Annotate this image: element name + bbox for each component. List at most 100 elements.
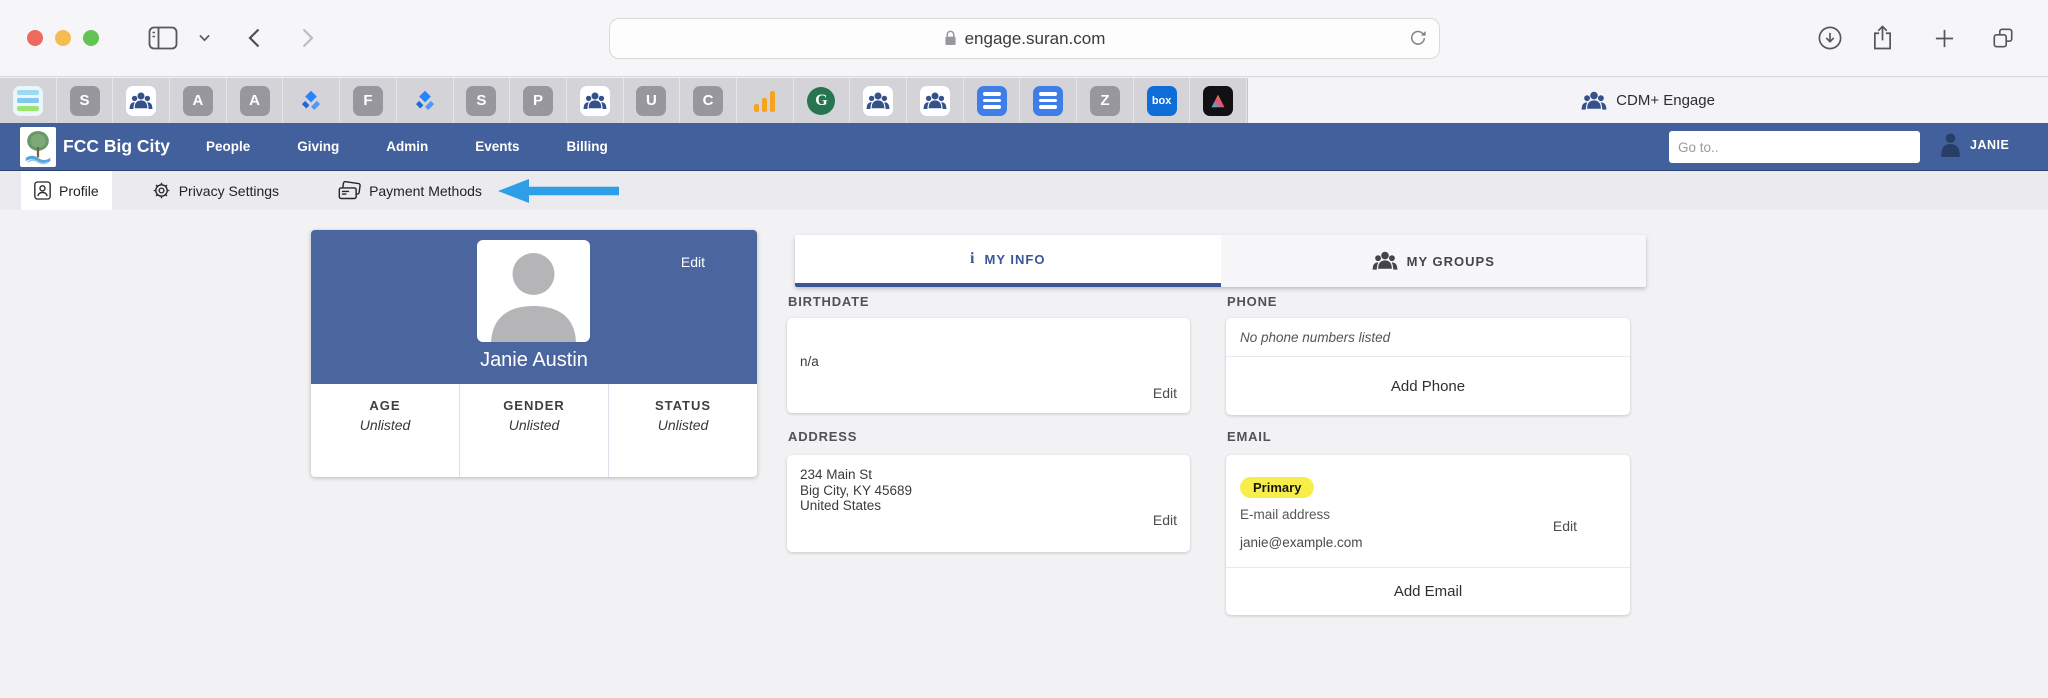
pinned-tab-16-people[interactable]: [907, 78, 964, 123]
address-edit-button[interactable]: Edit: [1153, 512, 1177, 528]
tab-my-info[interactable]: i MY INFO: [795, 235, 1221, 287]
nav-item-people[interactable]: People: [206, 139, 250, 154]
profile-card-header: Edit Janie Austin: [311, 230, 757, 384]
pinned-tab-9-letter[interactable]: P: [510, 78, 567, 123]
email-field-label: E-mail address: [1240, 507, 1330, 522]
user-avatar-icon: [1939, 132, 1962, 157]
people-favicon-icon: [126, 86, 156, 116]
pinned-tab-8-letter[interactable]: S: [454, 78, 511, 123]
email-edit-button[interactable]: Edit: [1553, 518, 1577, 534]
pinned-tab-14-grammarly[interactable]: G: [794, 78, 851, 123]
user-menu[interactable]: JANIE: [1939, 132, 2009, 157]
pinned-tab-18-bluelist[interactable]: [1020, 78, 1077, 123]
credit-cards-icon: [338, 181, 361, 201]
pinned-tab-11-letter[interactable]: U: [624, 78, 681, 123]
letter-favicon-icon: Z: [1090, 86, 1120, 116]
pinned-tab-0-stripes[interactable]: [0, 78, 57, 123]
nav-item-admin[interactable]: Admin: [386, 139, 428, 154]
active-tab-cdm-engage[interactable]: CDM+ Engage: [1247, 78, 2048, 123]
list-favicon-icon: [977, 86, 1007, 116]
letter-favicon-icon: S: [466, 86, 496, 116]
profile-stats-row: AGE Unlisted GENDER Unlisted STATUS Unli…: [311, 384, 757, 477]
birthdate-edit-button[interactable]: Edit: [1153, 385, 1177, 401]
close-window-button[interactable]: [27, 30, 43, 46]
pinned-tab-19-letter[interactable]: Z: [1077, 78, 1134, 123]
pinned-tab-10-people[interactable]: [567, 78, 624, 123]
pinned-tab-4-letter[interactable]: A: [227, 78, 284, 123]
email-section-label: EMAIL: [1227, 429, 1271, 444]
phone-empty-row: No phone numbers listed: [1226, 318, 1630, 357]
analytics-favicon-icon: [750, 86, 780, 116]
minimize-window-button[interactable]: [55, 30, 71, 46]
address-bar[interactable]: engage.suran.com: [609, 18, 1440, 59]
box-favicon-icon: box: [1147, 86, 1177, 116]
pinned-tab-12-letter[interactable]: C: [680, 78, 737, 123]
groups-icon: [1372, 249, 1398, 273]
tab-profile[interactable]: Profile: [21, 171, 112, 210]
pinned-tab-21-dark-a[interactable]: [1190, 78, 1247, 123]
stripes-favicon-icon: [13, 86, 43, 116]
pinned-tab-3-letter[interactable]: A: [170, 78, 227, 123]
profile-section-tabs: Profile Privacy Settings Payment Methods: [0, 171, 2048, 210]
share-icon[interactable]: [1872, 25, 1893, 50]
stat-status-value: Unlisted: [609, 417, 757, 433]
org-logo[interactable]: [20, 127, 56, 167]
tab-payment-methods[interactable]: Payment Methods: [338, 181, 482, 201]
birthdate-card: n/a Edit: [787, 318, 1190, 413]
goto-search-input[interactable]: [1669, 131, 1920, 163]
profile-name: Janie Austin: [311, 349, 757, 372]
letter-favicon-icon: P: [523, 86, 553, 116]
downloads-icon[interactable]: [1818, 26, 1842, 50]
lock-icon: [944, 30, 957, 47]
new-tab-icon[interactable]: [1934, 28, 1955, 49]
letter-favicon-icon: A: [183, 86, 213, 116]
letter-favicon-icon: F: [353, 86, 383, 116]
tab-my-groups[interactable]: MY GROUPS: [1221, 235, 1647, 287]
pinned-tab-15-people[interactable]: [850, 78, 907, 123]
jira-favicon-icon: [410, 86, 440, 116]
forward-button-icon[interactable]: [302, 28, 314, 48]
pinned-tab-1-letter[interactable]: S: [57, 78, 114, 123]
user-name: JANIE: [1970, 138, 2009, 152]
letter-favicon-icon: A: [240, 86, 270, 116]
nav-item-giving[interactable]: Giving: [297, 139, 339, 154]
pinned-tab-17-bluelist[interactable]: [964, 78, 1021, 123]
back-button-icon[interactable]: [248, 28, 260, 48]
stat-gender-value: Unlisted: [460, 417, 608, 433]
tab-overview-icon[interactable]: [1992, 27, 2014, 49]
traffic-lights: [27, 30, 99, 46]
add-email-button[interactable]: Add Email: [1226, 568, 1630, 615]
phone-card: No phone numbers listed Add Phone: [1226, 318, 1630, 415]
people-favicon-icon: [920, 86, 950, 116]
stat-age: AGE Unlisted: [311, 384, 459, 477]
stat-status: STATUS Unlisted: [608, 384, 757, 477]
tab-privacy-settings[interactable]: Privacy Settings: [152, 181, 279, 200]
address-lines: 234 Main St Big City, KY 45689 United St…: [800, 467, 912, 514]
chevron-down-icon[interactable]: [199, 34, 210, 42]
address-section-label: ADDRESS: [788, 429, 857, 444]
url-text: engage.suran.com: [965, 29, 1106, 49]
avatar[interactable]: [477, 240, 590, 342]
address-line-1: 234 Main St: [800, 467, 912, 483]
tree-logo-icon: [22, 129, 54, 165]
pinned-tab-13-analytics[interactable]: [737, 78, 794, 123]
tab-strip: SAAFSPUCGZbox CDM+ Engage: [0, 78, 2048, 123]
pinned-tab-20-box[interactable]: box: [1134, 78, 1191, 123]
reload-icon[interactable]: [1409, 29, 1427, 47]
pinned-tab-6-letter[interactable]: F: [340, 78, 397, 123]
page-content: Edit Janie Austin AGE Unlisted GENDER Un…: [0, 210, 2048, 698]
pinned-tab-2-people[interactable]: [113, 78, 170, 123]
profile-edit-button[interactable]: Edit: [681, 254, 705, 270]
active-tab-title: CDM+ Engage: [1616, 92, 1715, 109]
sidebar-toggle-icon[interactable]: [148, 26, 178, 50]
nav-item-billing[interactable]: Billing: [567, 139, 608, 154]
zoom-window-button[interactable]: [83, 30, 99, 46]
pinned-tab-7-jira[interactable]: [397, 78, 454, 123]
profile-summary-card: Edit Janie Austin AGE Unlisted GENDER Un…: [311, 230, 757, 477]
tab-my-groups-label: MY GROUPS: [1407, 254, 1495, 269]
add-phone-button[interactable]: Add Phone: [1226, 357, 1630, 415]
pinned-tab-5-jira[interactable]: [283, 78, 340, 123]
nav-item-events[interactable]: Events: [475, 139, 519, 154]
org-name: FCC Big City: [63, 136, 170, 157]
tab-my-info-label: MY INFO: [985, 252, 1046, 267]
